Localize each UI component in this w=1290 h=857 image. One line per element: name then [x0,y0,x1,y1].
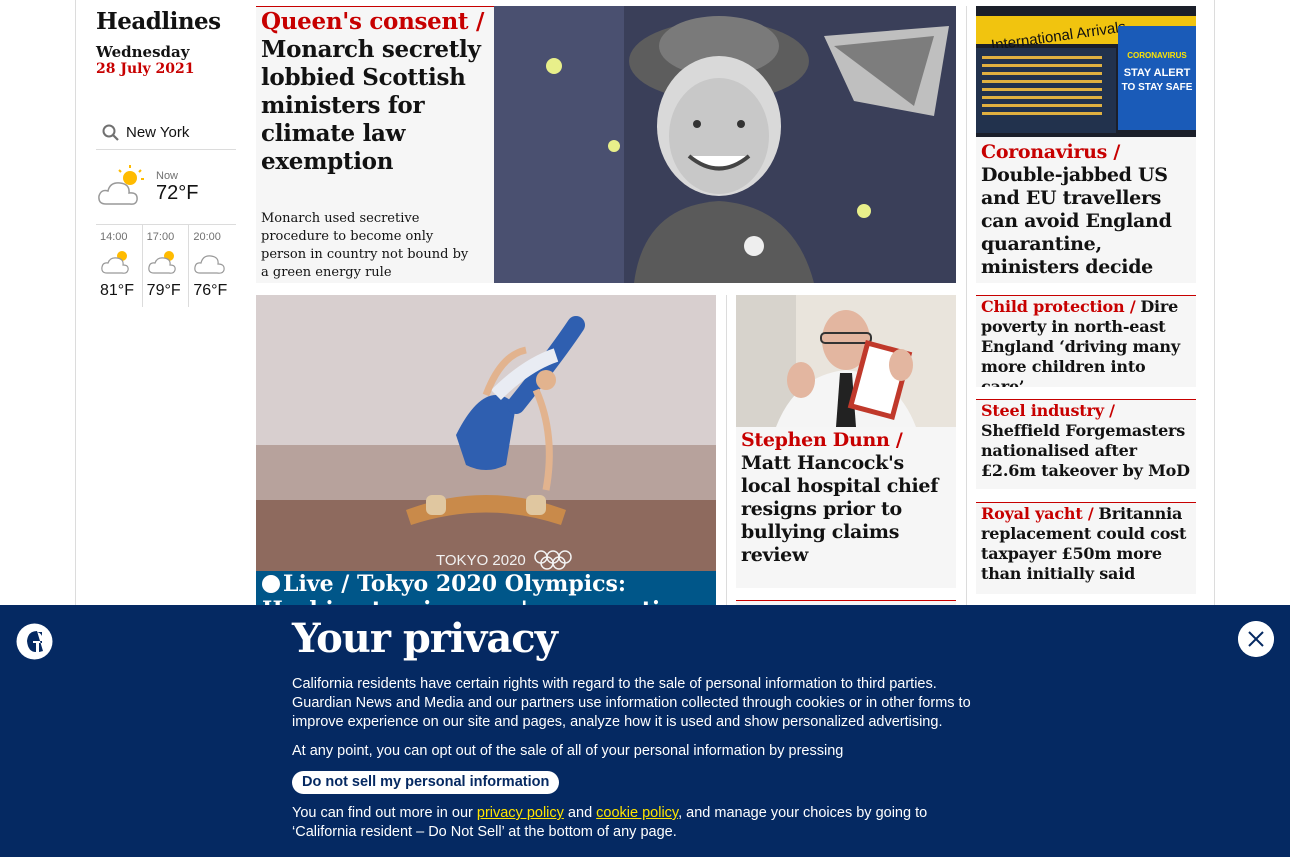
forecast-item: 17:00 79°F [143,225,190,307]
privacy-banner: Your privacy California residents have c… [0,605,1290,857]
location-search[interactable]: New York [96,116,236,150]
current-weather: Now 72°F [96,150,236,225]
search-icon [102,124,119,141]
forecast-temp: 81°F [100,282,134,299]
live-indicator-icon [262,575,280,593]
story-headline[interactable]: Double-jabbed US and EU travellers can a… [981,164,1172,278]
story-headline[interactable]: Monarch secretly lobbied Scottish minist… [261,36,481,175]
now-temperature: 72°F [156,181,199,204]
screen-text-1: CORONAVIRUS [1127,51,1187,60]
guardian-logo-icon [16,623,53,660]
screen-text-2: STAY ALERT [1124,67,1191,79]
cookie-policy-link[interactable]: cookie policy [596,805,678,821]
privacy-body: California residents have certain rights… [292,675,992,852]
story-card[interactable]: Steel industry / Sheffield Forgemasters … [976,399,1196,489]
date-label: 28 July 2021 [96,61,195,77]
forecast-row: 14:00 81°F 17:00 79°F 20:00 76°F [96,225,236,307]
section-title: Headlines [96,8,221,35]
weather-widget: New York Now 72°F 14:00 81°F 17:00 79°F … [96,116,236,307]
forecast-temp: 79°F [146,282,181,299]
privacy-title: Your privacy [292,615,558,662]
story-card[interactable]: Child protection / Dire poverty in north… [976,295,1196,387]
forecast-time: 14:00 [100,231,128,243]
story-standfirst: Monarch used secretive procedure to beco… [261,211,469,280]
forecast-item: 14:00 81°F [96,225,143,307]
lead-story-text: Queen's consent / Monarch secretly lobbi… [261,8,489,280]
privacy-paragraph: At any point, you can opt out of the sal… [292,743,844,759]
privacy-paragraph: California residents have certain rights… [292,676,971,730]
privacy-policy-link[interactable]: privacy policy [477,805,564,821]
queen-portrait-image [494,6,956,283]
cloud-icon [194,255,226,274]
now-label: Now [156,169,179,182]
day-label: Wednesday [96,43,190,61]
story-kicker: Live / [283,571,350,597]
sidebar: Headlines Wednesday 28 July 2021 New Yor… [96,0,236,307]
screen-text-3: TO STAY SAFE [1122,82,1193,93]
story-headline[interactable]: Sheffield Forgemasters nationalised afte… [981,421,1190,480]
do-not-sell-button[interactable]: Do not sell my personal information [292,771,560,794]
sun-cloud-icon [98,165,144,205]
story-kicker: Steel industry / [981,401,1115,420]
arrivals-board-image: International Arrivals CORONAVIRUS STAY … [976,6,1196,137]
live-story[interactable]: TOKYO 2020 Live / Tokyo 2020 Olympics: H… [256,295,716,615]
forecast-time: 17:00 [146,231,175,243]
story-kicker: Royal yacht / [981,504,1094,523]
sun-cloud-icon [101,251,129,274]
stephen-dunn-image [736,295,956,427]
story-card[interactable]: Royal yacht / Britannia replacement coul… [976,502,1196,594]
story-kicker: Queen's consent / [261,8,485,35]
column-divider [726,295,727,605]
privacy-text: and [563,805,597,821]
lead-story[interactable]: Queen's consent / Monarch secretly lobbi… [256,6,956,283]
story-card[interactable]: International Arrivals CORONAVIRUS STAY … [976,6,1196,283]
privacy-paragraph: You can find out more in our privacy pol… [292,804,992,842]
column-divider [966,6,967,606]
story-kicker: Stephen Dunn / [741,429,903,451]
story-kicker: Coronavirus / [981,141,1121,163]
forecast-temp: 76°F [193,282,228,299]
story-headline[interactable]: Matt Hancock's local hospital chief resi… [741,452,938,566]
privacy-text: You can find out more in our [292,805,477,821]
gymnast-image: TOKYO 2020 [256,295,716,571]
story-kicker: Child protection / [981,297,1136,316]
image-watermark-text: TOKYO 2020 [436,552,526,569]
forecast-item: 20:00 76°F [189,225,236,307]
location-name: New York [126,124,190,141]
forecast-time: 20:00 [193,231,221,243]
sun-cloud-icon [147,251,176,274]
story-card[interactable]: Stephen Dunn / Matt Hancock's local hosp… [736,295,956,588]
close-icon[interactable] [1238,621,1274,657]
